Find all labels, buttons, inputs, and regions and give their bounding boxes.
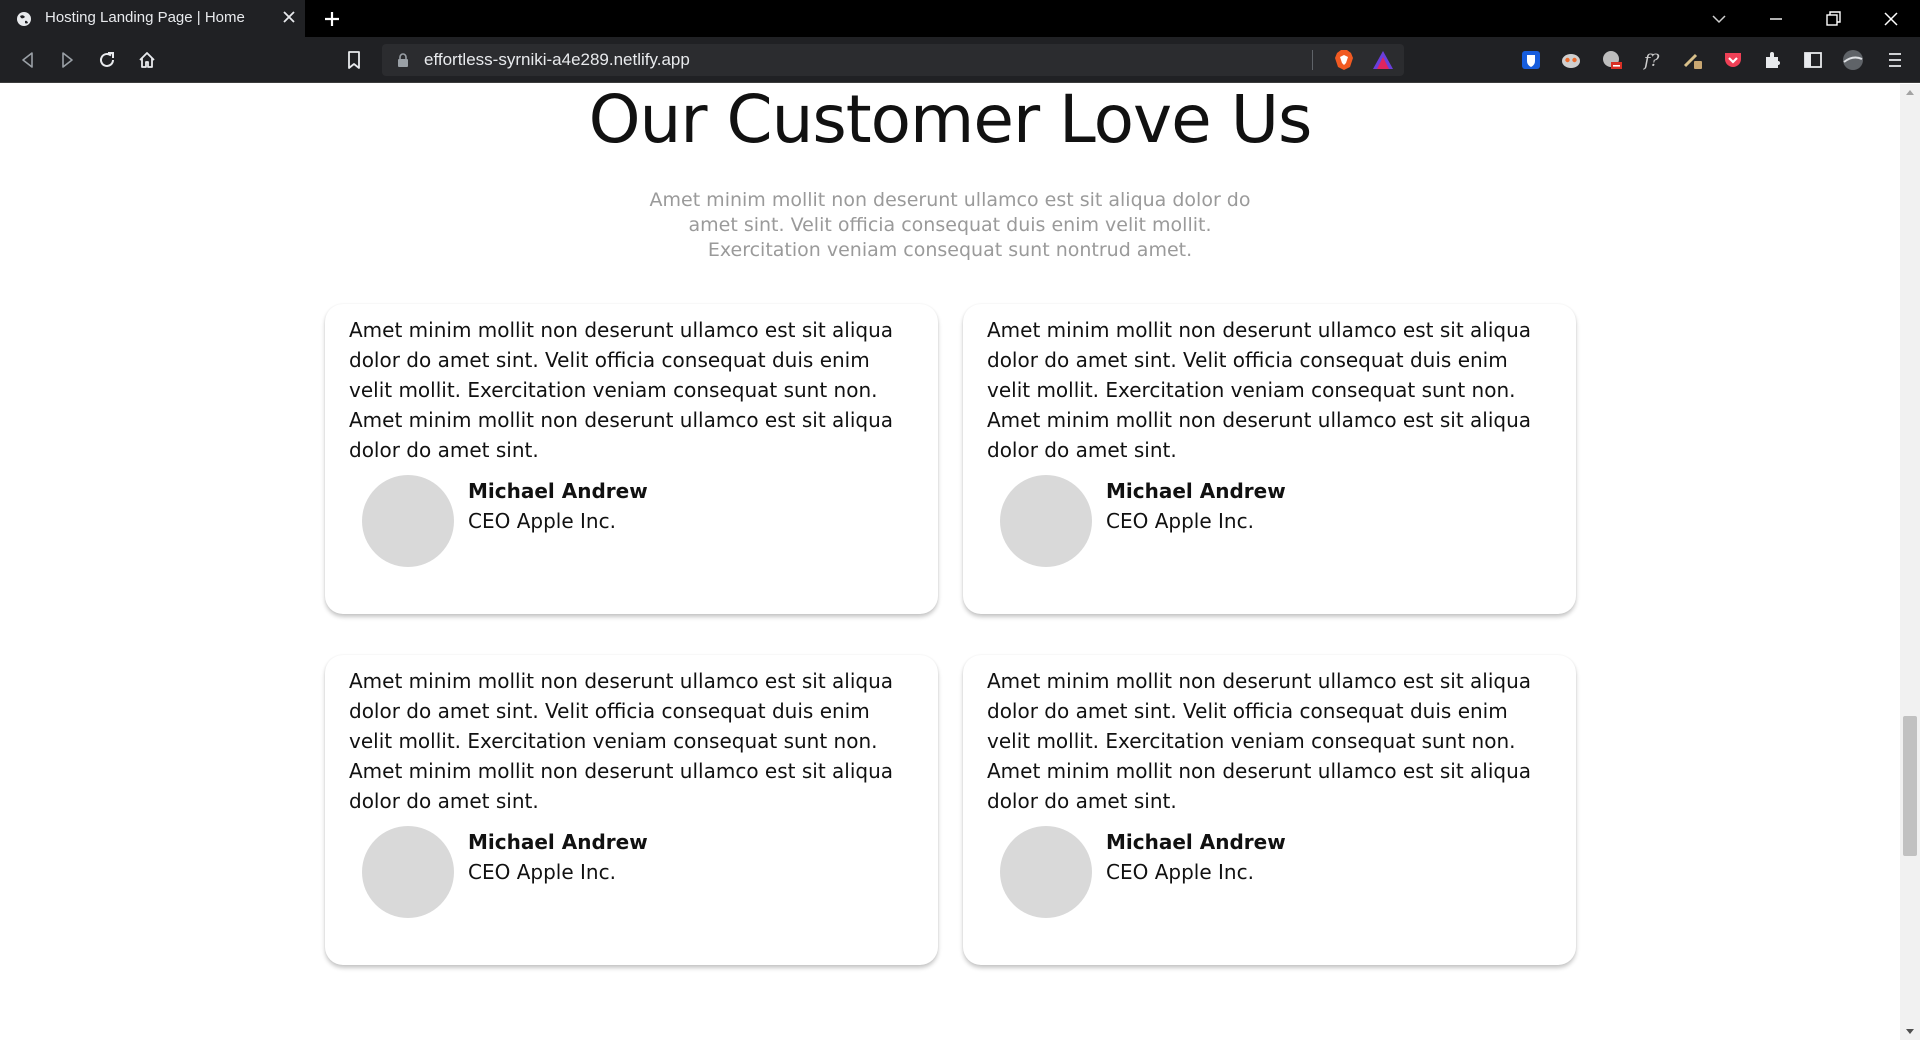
svg-text:f?: f? <box>1642 51 1660 71</box>
brave-rewards-icon[interactable] <box>1372 50 1394 70</box>
reviewer-name: Michael Andrew <box>1106 479 1286 503</box>
browser-toolbar: effortless-syrniki-a4e289.netlify.app f? <box>0 37 1920 83</box>
back-icon[interactable] <box>17 49 39 71</box>
reviewer-name: Michael Andrew <box>468 479 648 503</box>
chevron-down-icon[interactable] <box>1709 9 1729 29</box>
avatar <box>1000 826 1092 918</box>
font-icon[interactable]: f? <box>1641 49 1663 71</box>
testimonial-text: Amet minim mollit non deserunt ullamco e… <box>987 669 1532 813</box>
tab-strip: Hosting Landing Page | Home <box>0 0 1920 37</box>
reviewer-role: CEO Apple Inc. <box>468 860 616 884</box>
page-content: Our Customer Love Us Amet minim mollit n… <box>0 84 1900 1040</box>
reviewer-role: CEO Apple Inc. <box>1106 509 1254 533</box>
reviewer-name: Michael Andrew <box>468 830 648 854</box>
eyedropper-icon[interactable] <box>1682 49 1704 71</box>
testimonial-text: Amet minim mollit non deserunt ullamco e… <box>349 669 894 813</box>
globe-icon <box>17 12 31 26</box>
testimonial-card: Amet minim mollit non deserunt ullamco e… <box>325 304 938 614</box>
home-icon[interactable] <box>136 49 158 71</box>
testimonial-card: Amet minim mollit non deserunt ullamco e… <box>963 304 1576 614</box>
reviewer-role: CEO Apple Inc. <box>1106 860 1254 884</box>
bookmark-icon[interactable] <box>343 49 365 71</box>
section-heading: Our Customer Love Us <box>588 84 1313 158</box>
section-subheading: Amet minim mollit non deserunt ullamco e… <box>649 189 1251 261</box>
scroll-up-icon[interactable] <box>1905 88 1915 96</box>
brave-shield-icon[interactable] <box>1334 49 1354 71</box>
privacy-badger-icon[interactable] <box>1560 49 1582 71</box>
lock-icon <box>398 53 408 67</box>
profile-icon[interactable] <box>1842 49 1864 71</box>
reviewer-role: CEO Apple Inc. <box>468 509 616 533</box>
testimonial-text: Amet minim mollit non deserunt ullamco e… <box>987 318 1532 462</box>
avatar <box>362 475 454 567</box>
close-icon[interactable] <box>281 9 297 25</box>
tab-title: Hosting Landing Page | Home <box>45 9 245 26</box>
menu-icon[interactable] <box>1884 49 1906 71</box>
testimonial-card: Amet minim mollit non deserunt ullamco e… <box>325 655 938 965</box>
scroll-down-icon[interactable] <box>1905 1028 1915 1036</box>
extensions-icon[interactable] <box>1762 49 1784 71</box>
avatar <box>362 826 454 918</box>
plus-icon[interactable] <box>322 9 342 29</box>
active-tab[interactable]: Hosting Landing Page | Home <box>0 0 305 37</box>
url-text: effortless-syrniki-a4e289.netlify.app <box>424 50 690 69</box>
pocket-icon[interactable] <box>1722 49 1744 71</box>
restore-icon[interactable] <box>1823 9 1843 29</box>
forward-icon[interactable] <box>56 49 78 71</box>
bitwarden-icon[interactable] <box>1520 49 1542 71</box>
close-window-icon[interactable] <box>1881 9 1901 29</box>
scrollbar[interactable] <box>1900 84 1920 1040</box>
avatar <box>1000 475 1092 567</box>
minimize-icon[interactable] <box>1766 9 1786 29</box>
sidebar-icon[interactable] <box>1802 49 1824 71</box>
testimonial-card: Amet minim mollit non deserunt ullamco e… <box>963 655 1576 965</box>
testimonial-text: Amet minim mollit non deserunt ullamco e… <box>349 318 894 462</box>
address-bar[interactable]: effortless-syrniki-a4e289.netlify.app <box>382 44 1404 76</box>
cookie-icon[interactable] <box>1601 49 1623 71</box>
reviewer-name: Michael Andrew <box>1106 830 1286 854</box>
scrollbar-thumb[interactable] <box>1903 716 1917 856</box>
reload-icon[interactable] <box>96 49 118 71</box>
divider <box>1312 50 1313 70</box>
